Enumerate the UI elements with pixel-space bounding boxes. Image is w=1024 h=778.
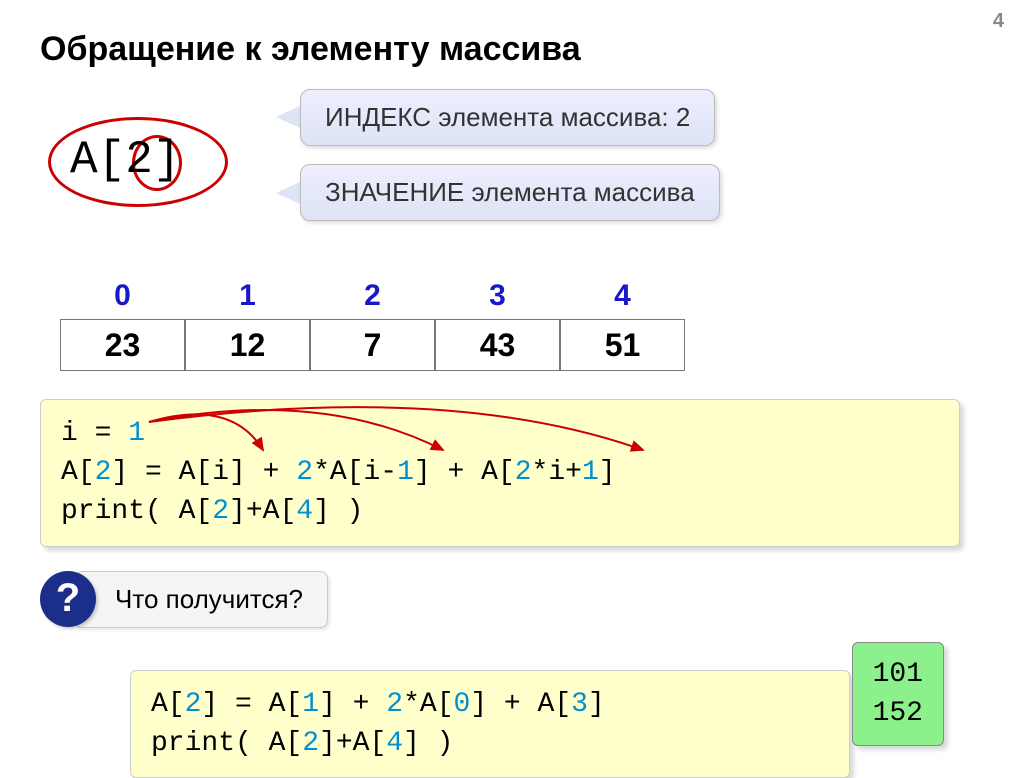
result-box: 101 152	[852, 642, 944, 746]
code-text: i =	[61, 418, 128, 449]
top-section: A[2] ИНДЕКС элемента массива: 2 ЗНАЧЕНИЕ…	[40, 89, 984, 269]
code-text: ] )	[403, 728, 453, 759]
page-number: 4	[993, 10, 1004, 33]
code-text: ] + A[	[470, 689, 571, 720]
callout-tail-1	[276, 105, 302, 129]
code-number: 1	[128, 418, 145, 449]
code-number: 0	[454, 689, 471, 720]
code-text: *i+	[532, 457, 582, 488]
code-text: ]	[599, 457, 616, 488]
code-number: 4	[296, 496, 313, 527]
code-text: print( A[	[151, 728, 302, 759]
value-cell: 51	[560, 319, 685, 371]
code-text: ]	[588, 689, 605, 720]
code-text: *A[i-	[313, 457, 397, 488]
code-number: 1	[302, 689, 319, 720]
code-number: 2	[296, 457, 313, 488]
array-visual: 0 1 2 3 4 23 12 7 43 51	[40, 279, 984, 371]
code-text: ] +	[319, 689, 386, 720]
code-number: 1	[397, 457, 414, 488]
array-access-expr: A[2]	[70, 134, 180, 186]
code-text: ] + A[	[414, 457, 515, 488]
code-text: ]+A[	[229, 496, 296, 527]
index-cell: 3	[435, 279, 560, 313]
result-line: 152	[873, 694, 923, 733]
code-number: 2	[515, 457, 532, 488]
code-number: 2	[302, 728, 319, 759]
index-cell: 4	[560, 279, 685, 313]
value-row: 23 12 7 43 51	[60, 319, 984, 371]
code-text: *A[	[403, 689, 453, 720]
index-row: 0 1 2 3 4	[60, 279, 984, 313]
question-mark-icon: ?	[40, 571, 96, 627]
value-cell: 7	[310, 319, 435, 371]
code-number: 1	[582, 457, 599, 488]
code-text: ] = A[	[201, 689, 302, 720]
index-cell: 0	[60, 279, 185, 313]
code-text: A[	[61, 457, 95, 488]
code-text: ] = A[i] +	[111, 457, 296, 488]
page-title: Обращение к элементу массива	[40, 30, 984, 69]
code-line: print( A[2]+A[4] )	[151, 724, 829, 763]
code-number: 4	[386, 728, 403, 759]
code-text: print( A[	[61, 496, 212, 527]
code-line: A[2] = A[i] + 2*A[i-1] + A[2*i+1]	[61, 453, 939, 492]
code-block-1: i = 1 A[2] = A[i] + 2*A[i-1] + A[2*i+1] …	[40, 399, 960, 547]
question-row: ? Что получится?	[40, 571, 984, 628]
code-number: 2	[95, 457, 112, 488]
bottom-row: A[2] = A[1] + 2*A[0] + A[3] print( A[2]+…	[40, 642, 984, 778]
code-number: 3	[571, 689, 588, 720]
result-line: 101	[873, 655, 923, 694]
callout-value: ЗНАЧЕНИЕ элемента массива	[300, 164, 720, 221]
value-cell: 43	[435, 319, 560, 371]
question-text: Что получится?	[74, 571, 328, 628]
code-number: 2	[185, 689, 202, 720]
code-text: A[	[151, 689, 185, 720]
code-line: A[2] = A[1] + 2*A[0] + A[3]	[151, 685, 829, 724]
code-text: ]+A[	[319, 728, 386, 759]
value-cell: 23	[60, 319, 185, 371]
value-cell: 12	[185, 319, 310, 371]
code-text: ] )	[313, 496, 363, 527]
code-line: print( A[2]+A[4] )	[61, 492, 939, 531]
code-number: 2	[386, 689, 403, 720]
callout-index: ИНДЕКС элемента массива: 2	[300, 89, 715, 146]
code-line: i = 1	[61, 414, 939, 453]
index-cell: 2	[310, 279, 435, 313]
code-number: 2	[212, 496, 229, 527]
callout-tail-2	[276, 181, 302, 205]
code-block-2: A[2] = A[1] + 2*A[0] + A[3] print( A[2]+…	[130, 670, 850, 778]
index-cell: 1	[185, 279, 310, 313]
